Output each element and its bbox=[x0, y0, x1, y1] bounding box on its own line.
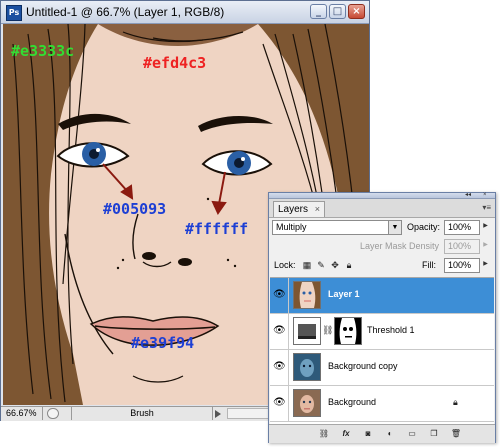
zoom-level[interactable]: 66.67% bbox=[3, 407, 43, 420]
fill-input[interactable]: 100% bbox=[444, 258, 480, 273]
layer-visibility-toggle[interactable]: 👁︎ bbox=[270, 386, 289, 421]
lock-transparent-pixels-icon[interactable]: ▦ bbox=[302, 259, 312, 271]
lock-position-icon[interactable]: ✥ bbox=[330, 259, 340, 271]
fx-icon[interactable]: fx bbox=[339, 428, 353, 439]
blend-mode-value: Multiply bbox=[276, 222, 307, 232]
mask-density-arrow-icon: ▶ bbox=[483, 242, 488, 248]
blend-row: Multiply ▼ Opacity: 100% ▶ bbox=[272, 220, 492, 236]
collapse-panel-icon[interactable]: ◂◂ bbox=[465, 192, 474, 198]
document-title: Untitled-1 @ 66.7% (Layer 1, RGB/8) bbox=[26, 5, 225, 19]
layers-footer: ⛓ fx ◙ ◐ ▭ ❐ 🗑︎ bbox=[269, 424, 495, 443]
layer-visibility-toggle[interactable]: 👁︎ bbox=[270, 350, 289, 385]
link-icon[interactable]: ⛓ bbox=[322, 325, 333, 336]
add-mask-icon[interactable]: ◙ bbox=[361, 428, 375, 439]
mask-density-row: Layer Mask Density 100% ▶ bbox=[272, 239, 492, 255]
new-group-icon[interactable]: ▭ bbox=[405, 428, 419, 439]
layer-list: 👁︎ Layer 1 👁︎ ⛓ Threshold 1 👁︎ Backgroun… bbox=[270, 277, 494, 424]
status-tool: Brush bbox=[71, 407, 213, 420]
layer-visibility-toggle[interactable]: 👁︎ bbox=[270, 278, 289, 313]
iris-color-label: #005093 bbox=[103, 200, 167, 218]
new-layer-icon[interactable]: ❐ bbox=[427, 428, 441, 439]
layer-name[interactable]: Layer 1 bbox=[328, 289, 360, 299]
layer-name[interactable]: Background bbox=[328, 397, 376, 407]
chevron-down-icon[interactable]: ▼ bbox=[388, 221, 401, 234]
adjustment-thumbnail bbox=[293, 317, 321, 345]
status-info-icon[interactable] bbox=[47, 408, 59, 419]
hair-color-label: #e3333c bbox=[11, 42, 75, 60]
panel-menu-icon[interactable]: ▾≡ bbox=[482, 203, 491, 212]
layers-panel: ◂◂ × Layers × ▾≡ Multiply ▼ Opacity: 100… bbox=[268, 192, 496, 443]
close-button[interactable]: × bbox=[348, 4, 365, 19]
layer-row-background-copy[interactable]: 👁︎ Background copy bbox=[270, 350, 494, 386]
tab-layers-label: Layers bbox=[278, 204, 309, 215]
tab-layers[interactable]: Layers × bbox=[273, 201, 325, 217]
lock-icon: 🔒︎ bbox=[453, 397, 458, 407]
lock-image-pixels-icon[interactable]: ✎ bbox=[316, 259, 326, 271]
layer-row-threshold-1[interactable]: 👁︎ ⛓ Threshold 1 bbox=[270, 314, 494, 350]
layer-visibility-toggle[interactable]: 👁︎ bbox=[270, 314, 289, 349]
opacity-slider-arrow-icon[interactable]: ▶ bbox=[481, 220, 490, 233]
status-menu-arrow-icon[interactable] bbox=[215, 410, 221, 418]
lock-all-icon[interactable]: 🔒︎ bbox=[344, 259, 354, 271]
fill-slider-arrow-icon[interactable]: ▶ bbox=[481, 258, 490, 271]
lip-color-label: #e39f94 bbox=[131, 334, 195, 352]
eye-icon[interactable]: 👁︎ bbox=[273, 398, 286, 408]
adjustment-layer-icon[interactable]: ◐ bbox=[383, 428, 397, 439]
layer-name[interactable]: Background copy bbox=[328, 361, 398, 371]
layer-row-layer-1[interactable]: 👁︎ Layer 1 bbox=[270, 278, 494, 314]
tab-close-icon[interactable]: × bbox=[315, 202, 320, 217]
document-title-bar[interactable]: Ps Untitled-1 @ 66.7% (Layer 1, RGB/8) _… bbox=[1, 1, 369, 24]
layer-name[interactable]: Threshold 1 bbox=[367, 325, 415, 335]
photoshop-app-icon: Ps bbox=[6, 5, 22, 21]
opacity-input[interactable]: 100% bbox=[444, 220, 480, 235]
eye-icon[interactable]: 👁︎ bbox=[273, 362, 286, 372]
layer-thumbnail bbox=[293, 389, 321, 417]
lock-row: Lock: ▦ ✎ ✥ 🔒︎ Fill: 100% ▶ bbox=[272, 258, 492, 274]
close-panel-icon[interactable]: × bbox=[483, 192, 492, 198]
layer-thumbnail bbox=[293, 281, 321, 309]
eye-icon[interactable]: 👁︎ bbox=[273, 290, 286, 300]
minimize-button[interactable]: _ bbox=[310, 4, 327, 19]
fill-label: Fill: bbox=[422, 260, 436, 270]
maximize-button[interactable]: □ bbox=[329, 4, 346, 19]
opacity-label: Opacity: bbox=[407, 222, 441, 232]
panel-tab-row: Layers × ▾≡ bbox=[269, 199, 495, 218]
mask-density-label: Layer Mask Density bbox=[360, 241, 440, 251]
blend-mode-select[interactable]: Multiply ▼ bbox=[272, 220, 402, 235]
skin-color-label: #efd4c3 bbox=[143, 54, 207, 72]
mask-density-input: 100% bbox=[444, 239, 480, 254]
lock-label: Lock: bbox=[274, 260, 296, 270]
layer-thumbnail bbox=[293, 353, 321, 381]
eye-icon[interactable]: 👁︎ bbox=[273, 326, 286, 336]
mask-thumbnail[interactable] bbox=[334, 317, 362, 345]
link-layers-icon[interactable]: ⛓ bbox=[317, 428, 331, 439]
trash-icon[interactable]: 🗑︎ bbox=[449, 428, 463, 439]
layer-row-background[interactable]: 👁︎ Background 🔒︎ bbox=[270, 386, 494, 422]
eye-white-color-label: #ffffff bbox=[185, 220, 249, 238]
